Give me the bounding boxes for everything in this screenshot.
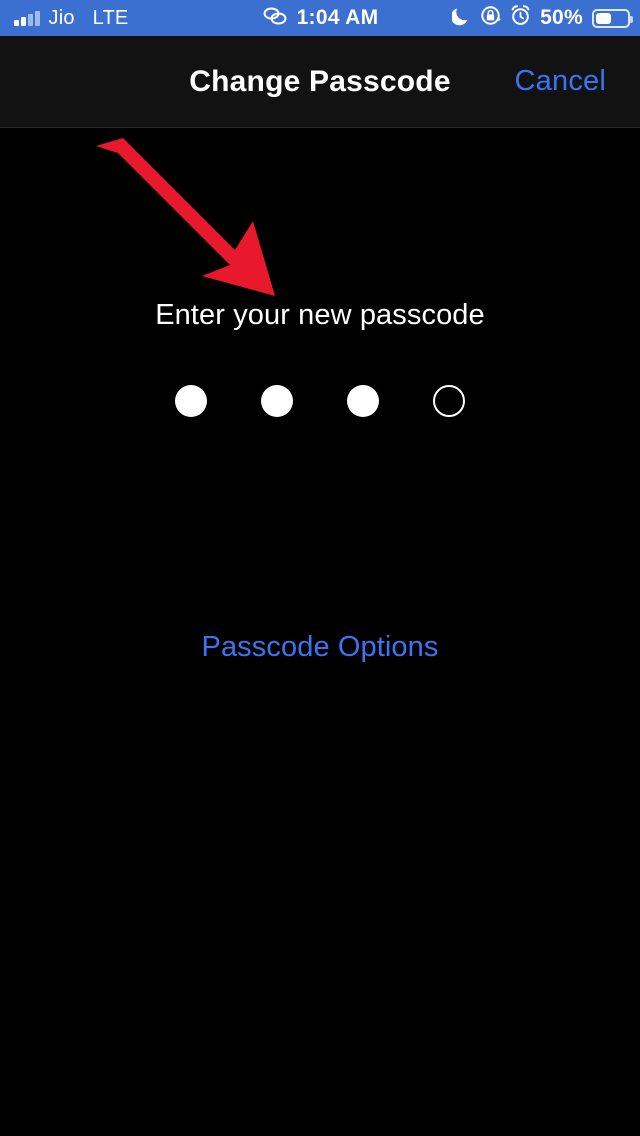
passcode-dot-2 — [261, 385, 293, 417]
moon-do-not-disturb-icon — [450, 5, 471, 31]
status-bar-right: 50% — [450, 0, 633, 36]
battery-icon — [592, 8, 633, 28]
signal-bars-icon — [14, 10, 40, 26]
alarm-clock-icon — [510, 5, 531, 31]
cancel-button[interactable]: Cancel — [515, 36, 606, 127]
passcode-dots-group — [0, 385, 640, 417]
rotation-lock-icon — [480, 5, 501, 31]
passcode-prompt-label: Enter your new passcode — [155, 299, 485, 331]
network-type: LTE — [92, 6, 129, 29]
passcode-dot-1 — [175, 385, 207, 417]
status-bar-clock: 1:04 AM — [296, 6, 379, 29]
passcode-entry-screen: Enter your new passcode Passcode Options — [0, 129, 640, 1136]
passcode-dot-3 — [347, 385, 379, 417]
phone-screen: Jio LTE 1:04 AM 50% Change Passcode Canc… — [0, 0, 640, 1136]
status-bar: Jio LTE 1:04 AM 50% — [0, 0, 640, 36]
status-bar-left: Jio LTE — [14, 0, 128, 36]
navigation-bar: Change Passcode Cancel — [0, 36, 640, 128]
carrier-name: Jio — [48, 6, 75, 29]
passcode-dot-4 — [433, 385, 465, 417]
battery-percent-label: 50% — [540, 6, 583, 29]
link-icon — [262, 6, 288, 31]
passcode-options-button[interactable]: Passcode Options — [0, 631, 640, 664]
